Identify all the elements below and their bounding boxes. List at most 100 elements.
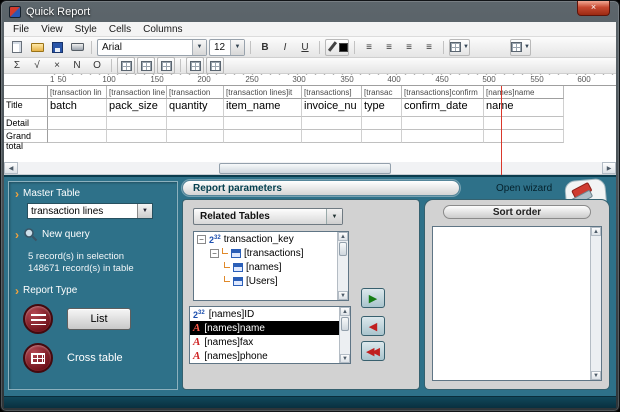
scrollbar-thumb[interactable] — [219, 163, 391, 174]
cell[interactable] — [167, 130, 224, 143]
italic-button[interactable]: I — [276, 39, 294, 56]
scroll-up-button[interactable]: ▲ — [338, 232, 348, 241]
cross-table-button[interactable] — [23, 343, 53, 373]
collapse-icon[interactable]: − — [197, 234, 206, 244]
multiply-button[interactable]: × — [48, 57, 66, 74]
underline-button[interactable]: U — [296, 39, 314, 56]
cell[interactable] — [107, 130, 167, 143]
cell[interactable] — [48, 130, 107, 143]
related-tables-select[interactable]: Related Tables ▼ — [193, 208, 343, 225]
scroll-up-button[interactable]: ▲ — [340, 307, 350, 316]
cell[interactable]: name — [484, 99, 564, 117]
cell[interactable] — [362, 117, 402, 130]
list-type-button[interactable]: List — [67, 308, 131, 330]
cell[interactable] — [302, 130, 362, 143]
scroll-up-button[interactable]: ▲ — [591, 227, 601, 236]
scroll-right-button[interactable]: ▶ — [602, 162, 616, 174]
column-header[interactable]: [names]name — [484, 86, 564, 99]
scroll-down-button[interactable]: ▼ — [591, 371, 601, 380]
row-style-button-1[interactable] — [186, 57, 204, 74]
row-label-grand-total[interactable]: Grand total — [4, 130, 48, 151]
cell[interactable]: quantity — [167, 99, 224, 117]
new-report-button[interactable] — [8, 39, 26, 56]
cell[interactable] — [402, 130, 484, 143]
field-row-fax[interactable]: A [names]fax — [190, 335, 350, 349]
cell[interactable] — [224, 117, 302, 130]
print-button[interactable] — [68, 39, 86, 56]
cell[interactable]: type — [362, 99, 402, 117]
average-button[interactable]: O — [88, 57, 106, 74]
align-center-button[interactable]: ≡ — [380, 39, 398, 56]
cell[interactable]: confirm_date — [402, 99, 484, 117]
field-row-phone[interactable]: A [names]phone — [190, 349, 350, 363]
horizontal-scrollbar[interactable]: ◀ ▶ — [4, 162, 616, 175]
scroll-left-button[interactable]: ◀ — [4, 162, 18, 174]
cell[interactable]: batch — [48, 99, 107, 117]
font-color-button[interactable] — [325, 38, 349, 56]
cell-format-button[interactable]: ▼ — [509, 38, 531, 56]
scrollbar-thumb[interactable] — [339, 242, 347, 256]
column-header[interactable]: [transaction line — [107, 86, 167, 99]
align-right-button[interactable]: ≡ — [400, 39, 418, 56]
cell[interactable] — [224, 130, 302, 143]
cell[interactable]: invoice_nu — [302, 99, 362, 117]
cell[interactable]: item_name — [224, 99, 302, 117]
column-header[interactable]: [transaction — [167, 86, 224, 99]
sort-list-scrollbar[interactable]: ▲ ▼ — [590, 227, 601, 380]
remove-field-button[interactable]: ◀ — [361, 316, 385, 336]
scroll-down-button[interactable]: ▼ — [340, 354, 350, 363]
field-row-id[interactable]: 232 [names]ID — [190, 307, 350, 321]
column-header[interactable]: [transactions] — [302, 86, 362, 99]
cell[interactable] — [302, 117, 362, 130]
tree-scrollbar[interactable]: ▲ ▼ — [337, 232, 348, 300]
cell[interactable] — [362, 130, 402, 143]
titlebar[interactable]: Quick Report — [1, 1, 619, 22]
list-report-button[interactable] — [23, 304, 53, 334]
cell[interactable] — [402, 117, 484, 130]
menu-columns[interactable]: Columns — [137, 24, 188, 35]
column-header[interactable]: [transac — [362, 86, 402, 99]
tree-node-names[interactable]: [names] — [194, 260, 348, 274]
menu-file[interactable]: File — [7, 24, 35, 35]
border-style-button-1[interactable] — [117, 57, 135, 74]
cell[interactable] — [484, 117, 564, 130]
close-button[interactable]: × — [577, 1, 610, 16]
cell[interactable] — [48, 117, 107, 130]
sqrt-button[interactable]: √ — [28, 57, 46, 74]
row-label-detail[interactable]: Detail — [4, 117, 48, 130]
field-row-name-selected[interactable]: A [names]name — [190, 321, 350, 335]
cell[interactable] — [167, 117, 224, 130]
new-query-button[interactable]: › New query — [15, 227, 171, 242]
add-field-button[interactable]: ▶ — [361, 288, 385, 308]
open-report-button[interactable] — [28, 39, 46, 56]
tree-node-root[interactable]: − 232 transaction_key — [194, 232, 348, 246]
scroll-down-button[interactable]: ▼ — [338, 291, 348, 300]
master-table-select[interactable]: transaction lines ▼ — [27, 203, 153, 219]
field-list-scrollbar[interactable]: ▲ ▼ — [339, 307, 350, 363]
column-header[interactable]: [transaction lines]it — [224, 86, 302, 99]
bold-button[interactable]: B — [256, 39, 274, 56]
column-header[interactable]: [transaction lin — [48, 86, 107, 99]
align-justify-button[interactable]: ≡ — [420, 39, 438, 56]
remove-all-fields-button[interactable]: ◀◀ — [361, 341, 385, 361]
menu-style[interactable]: Style — [69, 24, 103, 35]
scrollbar-thumb[interactable] — [341, 317, 349, 331]
border-style-button-3[interactable] — [157, 57, 175, 74]
count-button[interactable]: N — [68, 57, 86, 74]
cell[interactable]: pack_size — [107, 99, 167, 117]
font-select[interactable]: Arial ▼ — [97, 38, 207, 56]
borders-button[interactable]: ▼ — [449, 38, 470, 56]
font-size-select[interactable]: 12 ▼ — [209, 38, 245, 56]
menu-view[interactable]: View — [35, 24, 69, 35]
collapse-icon[interactable]: − — [210, 248, 219, 258]
column-header[interactable]: [transactions]confirm — [402, 86, 484, 99]
border-style-button-2[interactable] — [137, 57, 155, 74]
sort-order-list[interactable]: ▲ ▼ — [432, 226, 602, 381]
tree-node-users[interactable]: [Users] — [194, 274, 348, 288]
cell[interactable] — [484, 130, 564, 143]
row-label-title[interactable]: Title — [4, 99, 48, 117]
align-left-button[interactable]: ≡ — [360, 39, 378, 56]
row-style-button-2[interactable] — [206, 57, 224, 74]
cell[interactable] — [107, 117, 167, 130]
sum-button[interactable]: Σ — [8, 57, 26, 74]
